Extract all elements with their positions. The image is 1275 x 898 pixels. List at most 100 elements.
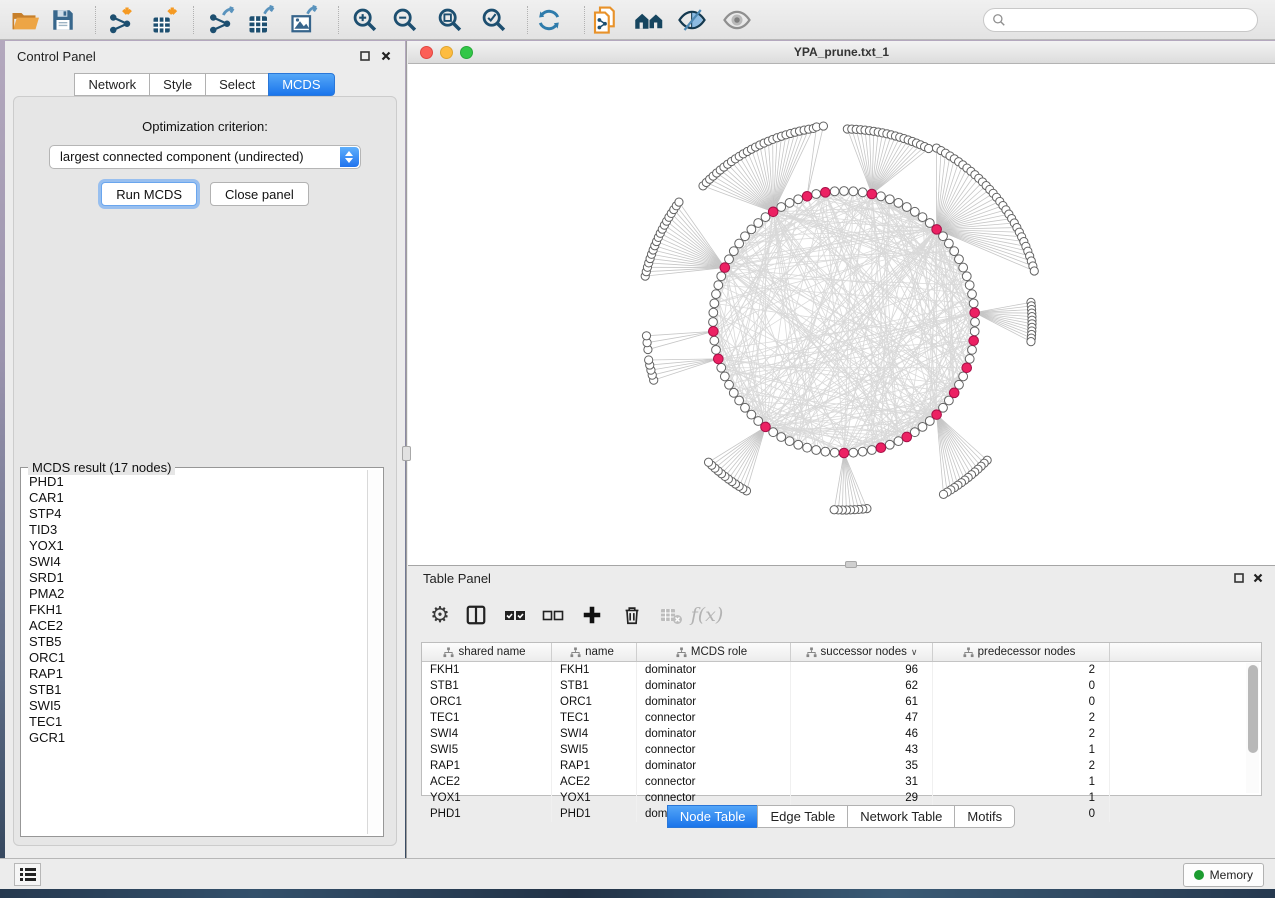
network-graph[interactable] (408, 64, 1275, 565)
zoom-out-icon[interactable] (388, 3, 422, 37)
task-history-button[interactable] (14, 863, 41, 886)
task-list-icon (20, 868, 36, 881)
memory-button[interactable]: Memory (1183, 863, 1264, 887)
network-window-titlebar[interactable]: YPA_prune.txt_1 (408, 41, 1275, 64)
export-image-icon[interactable] (288, 3, 322, 37)
mcds-result-node[interactable]: PHD1 (23, 474, 365, 490)
sort-indicator-icon[interactable]: ∨ (911, 647, 918, 658)
network-window: YPA_prune.txt_1 (408, 41, 1275, 565)
control-panel-tab[interactable]: MCDS (268, 73, 334, 96)
float-table-panel-icon[interactable] (1232, 571, 1245, 584)
column-header[interactable]: successor nodes∨ (791, 643, 933, 661)
open-file-icon[interactable] (8, 3, 42, 37)
search-input[interactable] (1006, 10, 1257, 30)
mcds-result-node[interactable]: STB5 (23, 634, 365, 650)
table-row[interactable]: ACE2 ACE2 connector 31 1 (422, 774, 1261, 790)
mcds-result-list[interactable]: PHD1CAR1STP4TID3YOX1SWI4SRD1PMA2FKH1ACE2… (23, 474, 365, 834)
table-row[interactable]: STB1 STB1 dominator 62 0 (422, 678, 1261, 694)
table-row[interactable]: ORC1 ORC1 dominator 61 0 (422, 694, 1261, 710)
apply-layout-icon[interactable] (532, 3, 566, 37)
vertical-splitter-handle[interactable] (402, 446, 411, 461)
export-table-icon[interactable] (245, 3, 279, 37)
main-toolbar (0, 0, 1275, 40)
mcds-result-node[interactable]: STB1 (23, 682, 365, 698)
zoom-in-icon[interactable] (348, 3, 382, 37)
control-panel-tabs: NetworkStyleSelectMCDS (5, 73, 405, 96)
show-column-panel-icon[interactable] (460, 599, 492, 631)
table-row[interactable]: FKH1 FKH1 dominator 96 2 (422, 662, 1261, 678)
import-table-icon[interactable] (149, 3, 183, 37)
optimization-criterion-select[interactable]: largest connected component (undirected) (49, 145, 361, 169)
attribute-type-icon (443, 647, 454, 658)
import-network-icon[interactable] (105, 3, 139, 37)
mcds-result-node[interactable]: PMA2 (23, 586, 365, 602)
column-header[interactable]: name (552, 643, 637, 661)
mcds-result-node[interactable]: ORC1 (23, 650, 365, 666)
create-column-icon[interactable] (576, 599, 608, 631)
table-scrollbar-thumb[interactable] (1248, 665, 1258, 753)
save-session-icon[interactable] (46, 3, 80, 37)
table-panel-titlebar: Table Panel (408, 566, 1275, 589)
table-row[interactable]: YOX1 YOX1 connector 29 1 (422, 790, 1261, 806)
mcds-result-node[interactable]: FKH1 (23, 602, 365, 618)
mcds-result-node[interactable]: SWI4 (23, 554, 365, 570)
mcds-result-node[interactable]: ACE2 (23, 618, 365, 634)
first-neighbors-icon[interactable] (632, 3, 666, 37)
status-bar: Memory (0, 858, 1275, 889)
control-panel-tab[interactable]: Select (205, 73, 269, 96)
fx-label: f(x) (691, 604, 724, 626)
table-header: shared name name MCDS role succe (422, 643, 1261, 662)
memory-label: Memory (1210, 868, 1253, 882)
float-panel-icon[interactable] (358, 49, 371, 62)
mcds-result-node[interactable]: RAP1 (23, 666, 365, 682)
hide-selected-icon[interactable] (675, 3, 709, 37)
zoom-fit-icon[interactable] (433, 3, 467, 37)
horizontal-splitter-handle[interactable] (845, 561, 857, 568)
control-panel: Control Panel NetworkStyleSelectMCDS Opt… (5, 41, 405, 858)
mcds-result-node[interactable]: STP4 (23, 506, 365, 522)
table-row[interactable]: RAP1 RAP1 dominator 35 2 (422, 758, 1261, 774)
table-settings-icon[interactable]: ⚙ (424, 599, 456, 631)
select-all-columns-icon[interactable] (499, 599, 531, 631)
attribute-type-icon (963, 647, 974, 658)
table-panel-title: Table Panel (423, 571, 491, 586)
table-row[interactable]: SWI5 SWI5 connector 43 1 (422, 742, 1261, 758)
toolbar-separator (338, 6, 339, 34)
mcds-list-scrollbar[interactable] (367, 470, 381, 834)
zoom-selected-icon[interactable] (477, 3, 511, 37)
column-header[interactable]: shared name (422, 643, 552, 661)
table-row[interactable]: SWI4 SWI4 dominator 46 2 (422, 726, 1261, 742)
unselect-all-columns-icon[interactable] (537, 599, 569, 631)
network-canvas[interactable] (408, 64, 1275, 565)
clone-network-icon[interactable] (588, 3, 622, 37)
close-table-panel-icon[interactable] (1251, 571, 1264, 584)
mcds-result-node[interactable]: TEC1 (23, 714, 365, 730)
table-row[interactable]: TEC1 TEC1 connector 47 2 (422, 710, 1261, 726)
table-tab[interactable]: Network Table (847, 805, 955, 828)
run-mcds-button[interactable]: Run MCDS (101, 182, 197, 206)
table-tab[interactable]: Motifs (954, 805, 1015, 828)
mcds-result-node[interactable]: SRD1 (23, 570, 365, 586)
toolbar-separator (584, 6, 585, 34)
toolbar-separator (95, 6, 96, 34)
mcds-result-node[interactable]: GCR1 (23, 730, 365, 746)
mcds-result-node[interactable]: SWI5 (23, 698, 365, 714)
control-panel-tab[interactable]: Style (149, 73, 206, 96)
close-panel-icon[interactable] (379, 49, 392, 62)
close-panel-button[interactable]: Close panel (210, 182, 309, 206)
column-header[interactable]: MCDS role (637, 643, 791, 661)
control-panel-tab[interactable]: Network (74, 73, 150, 96)
search-box[interactable] (983, 8, 1258, 32)
attribute-type-icon (676, 647, 687, 658)
show-all-icon[interactable] (720, 3, 754, 37)
column-header[interactable]: predecessor nodes (933, 643, 1110, 661)
table-tab[interactable]: Edge Table (757, 805, 848, 828)
mcds-result-node[interactable]: YOX1 (23, 538, 365, 554)
mcds-result-node[interactable]: TID3 (23, 522, 365, 538)
table-scrollbar[interactable] (1246, 663, 1259, 793)
mcds-tab-panel: Optimization criterion: largest connecte… (13, 96, 397, 846)
delete-column-icon[interactable] (616, 599, 648, 631)
export-network-icon[interactable] (205, 3, 239, 37)
mcds-result-node[interactable]: CAR1 (23, 490, 365, 506)
table-tab[interactable]: Node Table (667, 805, 759, 828)
